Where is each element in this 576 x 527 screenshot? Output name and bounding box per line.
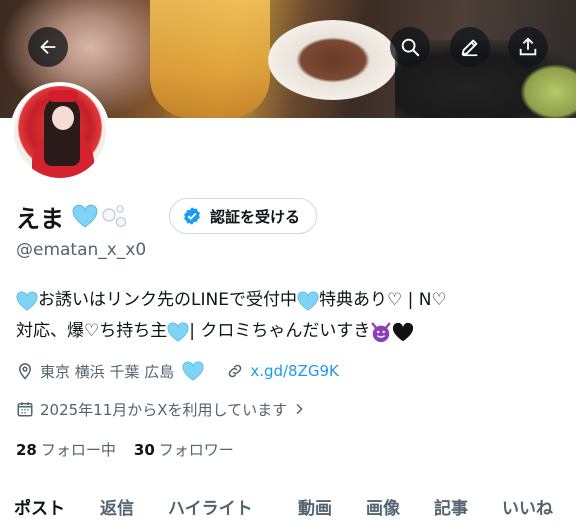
edit-pencil-icon — [461, 39, 478, 57]
profile-joined-date: 2025年11月からXを利用しています — [40, 400, 288, 419]
profile-link[interactable]: x.gd/8ZG9K — [250, 362, 339, 380]
following-label: フォロー中 — [40, 440, 116, 459]
tab-videos[interactable]: 動画 — [298, 494, 332, 519]
following-count: 28 — [16, 440, 37, 459]
edit-button[interactable] — [450, 27, 490, 67]
bio-text: お誘いはリンク先のLINEで受付中 — [38, 290, 297, 310]
bio-text: | クロミちゃんだいすき — [189, 321, 371, 341]
avatar[interactable] — [10, 82, 110, 182]
profile-location: 東京 横浜 千葉 広島 — [40, 362, 175, 381]
light-blue-heart-emoji — [167, 321, 189, 342]
tab-replies[interactable]: 返信 — [100, 494, 134, 519]
banner-beer-glass — [150, 0, 270, 118]
light-blue-heart-emoji — [72, 204, 98, 228]
tab-likes[interactable]: いいね — [502, 494, 553, 519]
light-blue-heart-emoji — [16, 290, 38, 311]
bio-text: 特典あり♡ | N♡ — [318, 290, 447, 310]
share-button[interactable] — [508, 27, 548, 67]
search-button[interactable] — [390, 27, 430, 67]
display-name: えま — [16, 204, 64, 233]
back-arrow-icon — [40, 39, 56, 55]
verify-button-label: 認証を受ける — [210, 207, 301, 226]
verified-badge-icon — [184, 207, 200, 225]
avatar-face — [52, 106, 74, 130]
light-blue-heart-emoji — [182, 361, 204, 381]
bio-line-2: 対応、爆♡ち持ち主 | クロミちゃんだいすき — [16, 316, 568, 347]
light-blue-heart-emoji — [297, 290, 319, 311]
tab-posts[interactable]: ポスト — [14, 494, 65, 519]
search-icon — [401, 38, 420, 57]
tab-highlights[interactable]: ハイライト — [168, 494, 253, 519]
location-pin-icon — [18, 363, 32, 380]
profile-joined: 2025年11月からXを利用しています — [16, 396, 307, 422]
calendar-icon — [17, 402, 33, 417]
verify-button[interactable]: 認証を受ける — [169, 198, 318, 234]
banner-wasabi — [520, 64, 576, 118]
profile-meta: 東京 横浜 千葉 広島 x.gd/8ZG9K — [16, 357, 339, 385]
tab-media[interactable]: 画像 — [366, 494, 400, 519]
bio-text: 対応、爆♡ち持ち主 — [16, 321, 168, 341]
followers-count: 30 — [133, 440, 155, 459]
followers-link[interactable]: 30 フォロワー — [134, 439, 234, 460]
tab-articles[interactable]: 記事 — [434, 494, 468, 519]
back-button[interactable] — [28, 27, 68, 67]
follow-stats: 28 フォロー中 30 フォロワー — [16, 436, 234, 462]
following-link[interactable]: 28 フォロー中 — [16, 439, 116, 460]
smiling-devil-emoji — [371, 322, 391, 342]
share-upload-icon — [519, 37, 537, 56]
link-icon — [229, 364, 242, 378]
avatar-bow — [48, 90, 78, 102]
profile-handle: @ematan_x_x0 — [16, 240, 147, 260]
profile-tabs: ポスト 返信 ハイライト 動画 画像 記事 いいね — [0, 486, 576, 527]
black-heart-emoji — [393, 322, 414, 341]
followers-label: フォロワー — [158, 440, 234, 459]
name-row: えま — [16, 196, 128, 236]
bio-line-1: お誘いはリンク先のLINEで受付中 特典あり♡ | N♡ — [16, 285, 568, 316]
bubbles-emoji — [102, 205, 127, 228]
chevron-right-icon[interactable] — [291, 401, 307, 417]
profile-bio: お誘いはリンク先のLINEで受付中 特典あり♡ | N♡ 対応、爆♡ち持ち主 |… — [16, 285, 568, 347]
banner-bowl — [268, 20, 398, 100]
